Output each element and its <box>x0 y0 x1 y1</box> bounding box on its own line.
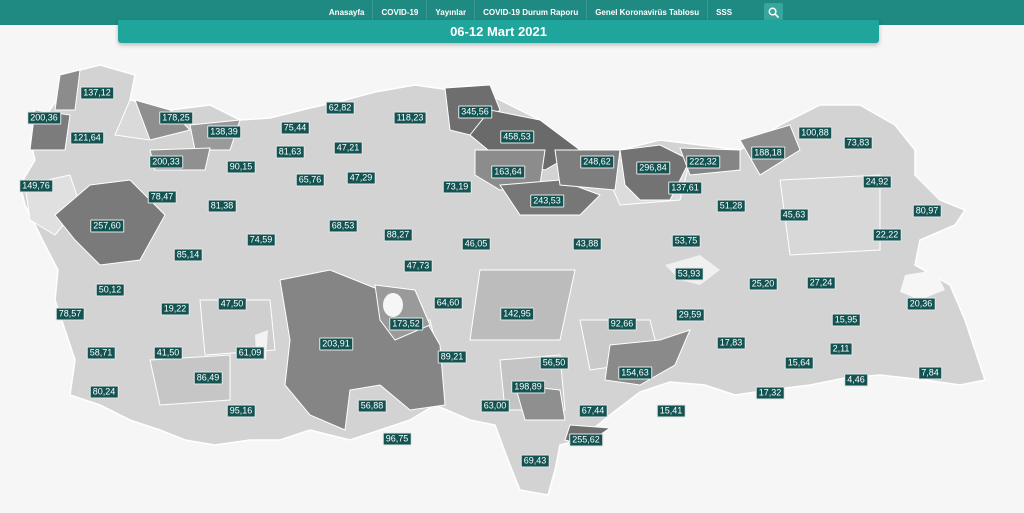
province-value-label: 149,76 <box>19 179 53 193</box>
province-value-label: 51,28 <box>716 199 746 213</box>
province-value-label: 81,63 <box>275 145 305 159</box>
province-value-label: 200,36 <box>27 111 61 125</box>
province-value-label: 58,71 <box>86 346 116 360</box>
province-value-label: 154,63 <box>618 366 652 380</box>
province-value-label: 65,76 <box>295 173 325 187</box>
province-value-label: 20,36 <box>906 297 936 311</box>
province-value-label: 121,64 <box>70 131 104 145</box>
province-value-label: 138,39 <box>207 125 241 139</box>
province-value-label: 2,11 <box>829 342 853 356</box>
province-value-label: 248,62 <box>580 155 614 169</box>
province-value-label: 50,12 <box>95 283 125 297</box>
province-value-label: 24,92 <box>862 175 892 189</box>
province-value-label: 15,41 <box>656 404 686 418</box>
province-value-label: 163,64 <box>491 165 525 179</box>
province-value-label: 173,52 <box>389 317 423 331</box>
province-value-label: 243,53 <box>530 194 564 208</box>
province-value-label: 92,66 <box>607 317 637 331</box>
date-range-title: 06-12 Mart 2021 <box>450 24 547 39</box>
province-value-label: 53,93 <box>674 267 704 281</box>
province-value-label: 47,50 <box>217 297 247 311</box>
province-value-label: 222,32 <box>686 155 720 169</box>
search-icon <box>768 7 780 18</box>
province-value-label: 56,88 <box>357 399 387 413</box>
province-value-label: 95,16 <box>226 404 256 418</box>
province-value-label: 137,61 <box>668 181 702 195</box>
turkey-province-map <box>19 64 986 496</box>
province-value-label: 88,27 <box>383 228 413 242</box>
province-value-label: 17,32 <box>755 386 785 400</box>
province-value-label: 203,91 <box>319 337 353 351</box>
province-value-label: 47,29 <box>346 171 376 185</box>
province-value-label: 62,82 <box>325 101 355 115</box>
region-tile <box>54 69 81 111</box>
province-value-label: 19,22 <box>160 302 190 316</box>
province-value-label: 47,73 <box>403 259 433 273</box>
province-value-label: 22,22 <box>872 228 902 242</box>
province-value-label: 67,44 <box>578 404 608 418</box>
province-value-label: 53,75 <box>671 234 701 248</box>
province-value-label: 257,60 <box>90 219 124 233</box>
province-value-label: 4,46 <box>844 373 868 387</box>
province-value-label: 89,21 <box>437 350 467 364</box>
lake-tuz <box>383 293 403 317</box>
province-value-label: 78,47 <box>147 190 177 204</box>
province-value-label: 17,83 <box>716 336 746 350</box>
province-value-label: 47,21 <box>333 141 363 155</box>
province-value-label: 81,38 <box>207 199 237 213</box>
province-value-label: 56,50 <box>539 356 569 370</box>
province-value-label: 188,18 <box>751 146 785 160</box>
province-value-label: 85,14 <box>173 248 203 262</box>
province-value-label: 80,24 <box>89 385 119 399</box>
province-value-label: 142,95 <box>500 307 534 321</box>
province-value-label: 69,43 <box>520 454 550 468</box>
province-value-label: 41,50 <box>153 346 183 360</box>
province-value-label: 118,23 <box>393 111 427 125</box>
province-value-label: 15,95 <box>831 313 861 327</box>
province-value-label: 15,64 <box>784 356 814 370</box>
province-value-label: 96,75 <box>382 432 412 446</box>
province-value-label: 78,57 <box>55 307 85 321</box>
region-tile <box>469 269 576 341</box>
province-value-label: 7,84 <box>918 366 942 380</box>
province-value-label: 255,62 <box>569 433 603 447</box>
province-value-label: 64,60 <box>433 296 463 310</box>
province-value-label: 80,97 <box>912 204 942 218</box>
province-value-label: 458,53 <box>500 130 534 144</box>
province-value-label: 61,09 <box>235 346 265 360</box>
province-value-label: 100,88 <box>798 126 832 140</box>
province-value-label: 45,63 <box>779 208 809 222</box>
province-value-label: 63,00 <box>480 399 510 413</box>
province-value-label: 46,05 <box>461 237 491 251</box>
province-value-label: 296,84 <box>636 161 670 175</box>
province-value-label: 345,56 <box>458 105 492 119</box>
province-value-label: 198,89 <box>511 380 545 394</box>
province-value-label: 75,44 <box>280 121 310 135</box>
province-value-label: 178,25 <box>159 111 193 125</box>
title-banner: 06-12 Mart 2021 <box>118 20 879 43</box>
province-value-label: 74,59 <box>246 233 276 247</box>
province-value-label: 137,12 <box>80 86 114 100</box>
province-value-label: 90,15 <box>226 160 256 174</box>
province-value-label: 43,88 <box>572 237 602 251</box>
province-value-label: 27,24 <box>806 276 836 290</box>
province-value-label: 25,20 <box>748 277 778 291</box>
province-value-label: 86,49 <box>193 371 223 385</box>
province-value-label: 29,59 <box>675 308 705 322</box>
province-value-label: 68,53 <box>328 219 358 233</box>
province-value-label: 73,19 <box>442 180 472 194</box>
province-value-label: 73,83 <box>843 136 873 150</box>
province-value-label: 200,33 <box>149 155 183 169</box>
